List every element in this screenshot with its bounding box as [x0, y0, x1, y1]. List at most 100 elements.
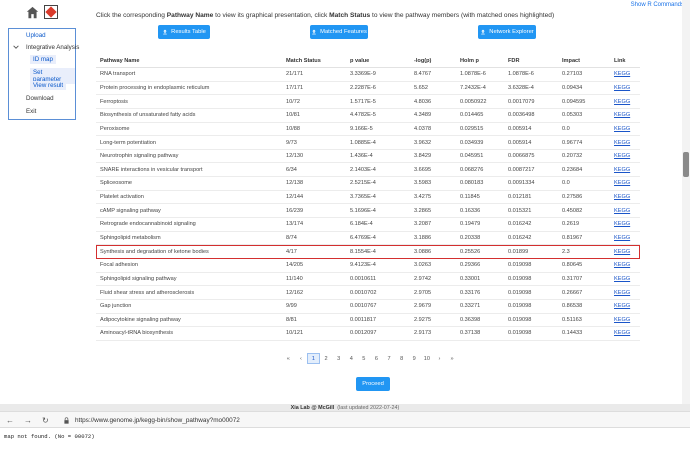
- page-prev-button[interactable]: ‹: [295, 353, 308, 364]
- match-status-cell[interactable]: 4/17: [286, 249, 350, 255]
- kegg-link[interactable]: KEGG: [614, 330, 640, 336]
- page-button[interactable]: 9: [408, 353, 421, 364]
- kegg-link[interactable]: KEGG: [614, 153, 640, 159]
- sidebar-item-upload[interactable]: Upload: [26, 32, 46, 39]
- sidebar-subitem-view-result[interactable]: View result: [30, 81, 67, 90]
- column-header[interactable]: Link: [614, 58, 640, 64]
- pathway-name-cell[interactable]: Fluid shear stress and atherosclerosis: [96, 290, 286, 296]
- back-arrow-icon[interactable]: ←: [6, 416, 15, 425]
- match-status-cell[interactable]: 10/88: [286, 126, 350, 132]
- sidebar-item-exit[interactable]: Exit: [26, 108, 36, 115]
- kegg-link[interactable]: KEGG: [614, 262, 640, 268]
- pathway-name-cell[interactable]: Spliceosome: [96, 180, 286, 186]
- kegg-link[interactable]: KEGG: [614, 276, 640, 282]
- match-status-cell[interactable]: 10/81: [286, 112, 350, 118]
- page-button[interactable]: 1: [307, 353, 320, 364]
- match-status-cell[interactable]: 12/130: [286, 153, 350, 159]
- match-status-cell[interactable]: 8/74: [286, 235, 350, 241]
- pathway-name-cell[interactable]: Gap junction: [96, 303, 286, 309]
- match-status-cell[interactable]: 6/34: [286, 167, 350, 173]
- column-header[interactable]: p value: [350, 58, 414, 64]
- column-header[interactable]: -log(p): [414, 58, 460, 64]
- lock-icon[interactable]: [63, 417, 70, 424]
- vertical-scrollbar[interactable]: [682, 0, 690, 404]
- kegg-link[interactable]: KEGG: [614, 317, 640, 323]
- pathway-name-cell[interactable]: Sphingolipid metabolism: [96, 235, 286, 241]
- pathway-name-cell[interactable]: Ferroptosis: [96, 99, 286, 105]
- page-first-button[interactable]: «: [282, 353, 295, 364]
- kegg-link[interactable]: KEGG: [614, 249, 640, 255]
- pathway-name-cell[interactable]: Neurotrophin signaling pathway: [96, 153, 286, 159]
- chevron-down-icon[interactable]: [13, 44, 19, 50]
- reload-icon[interactable]: ↻: [42, 416, 51, 425]
- pathway-name-cell[interactable]: Aminoacyl-tRNA biosynthesis: [96, 330, 286, 336]
- kegg-link[interactable]: KEGG: [614, 126, 640, 132]
- kegg-link[interactable]: KEGG: [614, 221, 640, 227]
- sidebar-item-download[interactable]: Download: [26, 95, 54, 102]
- kegg-link[interactable]: KEGG: [614, 235, 640, 241]
- network-explorer-button[interactable]: Network Explorer: [478, 25, 536, 39]
- page-button[interactable]: 6: [370, 353, 383, 364]
- match-status-cell[interactable]: 9/99: [286, 303, 350, 309]
- home-icon[interactable]: [26, 6, 39, 19]
- match-status-cell[interactable]: 12/162: [286, 290, 350, 296]
- page-button[interactable]: 3: [332, 353, 345, 364]
- match-status-cell[interactable]: 12/138: [286, 180, 350, 186]
- match-status-cell[interactable]: 10/121: [286, 330, 350, 336]
- kegg-link[interactable]: KEGG: [614, 303, 640, 309]
- pathway-name-cell[interactable]: RNA transport: [96, 71, 286, 77]
- kegg-link[interactable]: KEGG: [614, 290, 640, 296]
- results-table-button[interactable]: Results Table: [158, 25, 210, 39]
- column-header[interactable]: Impact: [562, 58, 614, 64]
- match-status-cell[interactable]: 17/171: [286, 85, 350, 91]
- page-next-button[interactable]: ›: [433, 353, 446, 364]
- page-button[interactable]: 10: [421, 353, 434, 364]
- page-button[interactable]: 8: [395, 353, 408, 364]
- pathway-name-cell[interactable]: Biosynthesis of unsaturated fatty acids: [96, 112, 286, 118]
- scrollbar-thumb[interactable]: [683, 152, 689, 177]
- forward-arrow-icon[interactable]: →: [24, 416, 33, 425]
- column-header[interactable]: FDR: [508, 58, 562, 64]
- column-header[interactable]: Pathway Name: [96, 58, 286, 64]
- column-header[interactable]: Holm p: [460, 58, 508, 64]
- match-status-cell[interactable]: 21/171: [286, 71, 350, 77]
- sidebar-item-integrative-analysis[interactable]: Integrative Analysis: [26, 44, 79, 51]
- pathway-name-cell[interactable]: SNARE interactions in vesicular transpor…: [96, 167, 286, 173]
- pathway-name-cell[interactable]: Sphingolipid signaling pathway: [96, 276, 286, 282]
- match-status-cell[interactable]: 14/205: [286, 262, 350, 268]
- pathway-name-cell[interactable]: cAMP signaling pathway: [96, 208, 286, 214]
- kegg-link[interactable]: KEGG: [614, 112, 640, 118]
- pathway-name-cell[interactable]: Platelet activation: [96, 194, 286, 200]
- match-status-cell[interactable]: 8/81: [286, 317, 350, 323]
- kegg-link[interactable]: KEGG: [614, 99, 640, 105]
- match-status-cell[interactable]: 11/140: [286, 276, 350, 282]
- page-button[interactable]: 4: [345, 353, 358, 364]
- column-header[interactable]: Match Status: [286, 58, 350, 64]
- match-status-cell[interactable]: 16/239: [286, 208, 350, 214]
- pathway-name-cell[interactable]: Long-term potentiation: [96, 140, 286, 146]
- show-r-commands-link[interactable]: Show R Commands: [631, 2, 684, 8]
- pathway-name-cell[interactable]: Synthesis and degradation of ketone bodi…: [96, 249, 286, 255]
- pathway-name-cell[interactable]: Focal adhesion: [96, 262, 286, 268]
- pathway-name-cell[interactable]: Peroxisome: [96, 126, 286, 132]
- page-button[interactable]: 7: [383, 353, 396, 364]
- match-status-cell[interactable]: 10/72: [286, 99, 350, 105]
- pathway-name-cell[interactable]: Adipocytokine signaling pathway: [96, 317, 286, 323]
- match-status-cell[interactable]: 9/73: [286, 140, 350, 146]
- page-button[interactable]: 2: [320, 353, 333, 364]
- kegg-link[interactable]: KEGG: [614, 208, 640, 214]
- match-status-cell[interactable]: 12/144: [286, 194, 350, 200]
- kegg-link[interactable]: KEGG: [614, 140, 640, 146]
- page-last-button[interactable]: »: [446, 353, 459, 364]
- kegg-link[interactable]: KEGG: [614, 180, 640, 186]
- kegg-link[interactable]: KEGG: [614, 71, 640, 77]
- match-status-cell[interactable]: 13/174: [286, 221, 350, 227]
- kegg-link[interactable]: KEGG: [614, 167, 640, 173]
- pathway-name-cell[interactable]: Protein processing in endoplasmic reticu…: [96, 85, 286, 91]
- url-text[interactable]: https://www.genome.jp/kegg-bin/show_path…: [75, 417, 240, 424]
- app-logo-icon[interactable]: [44, 5, 58, 19]
- matched-features-button[interactable]: Matched Features: [310, 25, 368, 39]
- pathway-name-cell[interactable]: Retrograde endocannabinoid signaling: [96, 221, 286, 227]
- kegg-link[interactable]: KEGG: [614, 194, 640, 200]
- kegg-link[interactable]: KEGG: [614, 85, 640, 91]
